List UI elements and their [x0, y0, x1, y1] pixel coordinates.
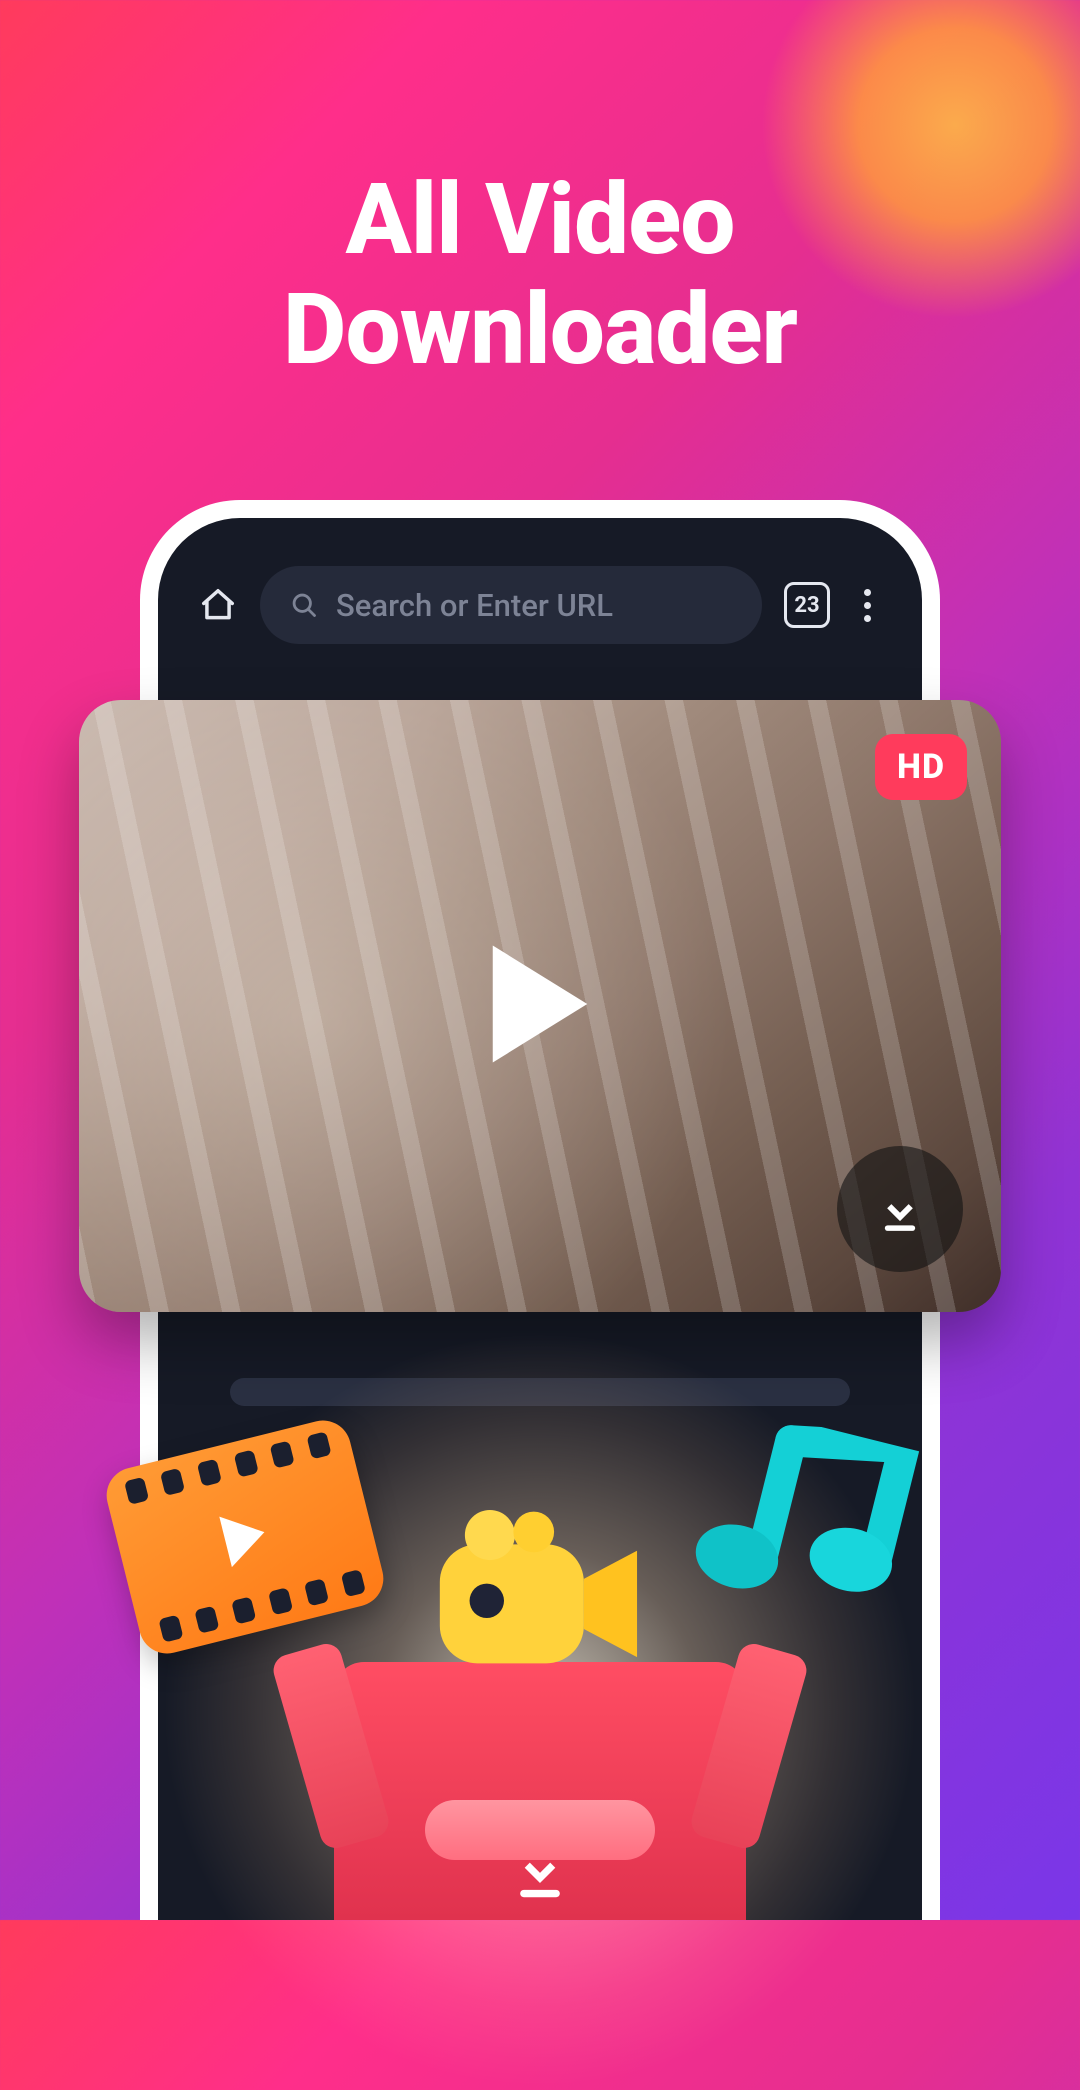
play-button[interactable] — [483, 937, 598, 1076]
kebab-icon — [864, 589, 871, 596]
home-button[interactable] — [198, 585, 238, 625]
hd-badge: HD — [875, 734, 967, 800]
home-icon — [199, 586, 237, 624]
progress-placeholder — [230, 1378, 850, 1406]
url-placeholder: Search or Enter URL — [336, 587, 613, 624]
search-icon — [290, 591, 318, 619]
video-thumbnail-card[interactable]: HD — [79, 700, 1001, 1312]
tab-count-value: 23 — [794, 593, 819, 618]
title-line-1: All Video — [346, 162, 735, 277]
tab-count-button[interactable]: 23 — [784, 582, 830, 628]
url-field[interactable]: Search or Enter URL — [260, 566, 762, 644]
page-title: All Video Downloader — [0, 165, 1080, 385]
play-icon — [483, 937, 598, 1072]
overflow-menu-button[interactable] — [852, 582, 882, 628]
download-button[interactable] — [837, 1146, 963, 1272]
browser-bar: Search or Enter URL 23 — [158, 518, 922, 674]
title-line-2: Downloader — [283, 272, 797, 387]
download-icon — [872, 1181, 928, 1237]
